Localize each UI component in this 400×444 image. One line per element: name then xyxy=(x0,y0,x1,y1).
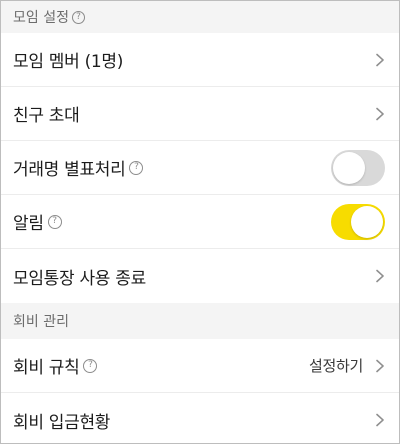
chevron-right-icon xyxy=(375,53,385,67)
row-end-group-account[interactable]: 모임통장 사용 종료 xyxy=(1,249,399,303)
help-icon[interactable]: ? xyxy=(83,358,98,373)
chevron-right-icon xyxy=(375,359,385,373)
row-label: 회비 입금현황 xyxy=(13,412,111,433)
chevron-right-icon xyxy=(375,413,385,427)
row-group-members[interactable]: 모임 멤버 (1명) xyxy=(1,33,399,87)
row-notifications: 알림 ? xyxy=(1,195,399,249)
mask-transaction-toggle[interactable] xyxy=(331,149,385,186)
row-mask-transaction-name: 거래명 별표처리 ? xyxy=(1,141,399,195)
settings-screen: 모임 설정 ? 모임 멤버 (1명) 친구 초대 거래명 별표처리 ? 알림 ?… xyxy=(0,0,400,444)
row-invite-friends[interactable]: 친구 초대 xyxy=(1,87,399,141)
chevron-right-icon xyxy=(375,269,385,283)
section-title: 모임 설정 xyxy=(13,10,69,26)
section-header-group-settings: 모임 설정 ? xyxy=(1,1,399,33)
row-label: 알림 xyxy=(13,214,44,234)
help-icon[interactable]: ? xyxy=(129,160,144,175)
row-label: 친구 초대 xyxy=(13,106,80,126)
section-header-fee-management: 회비 관리 xyxy=(1,303,399,339)
row-fee-deposit-status[interactable]: 회비 입금현황 xyxy=(1,393,399,443)
row-label: 회비 규칙 xyxy=(13,358,80,378)
help-icon[interactable]: ? xyxy=(47,214,62,229)
fee-rules-setup-link[interactable]: 설정하기 xyxy=(309,355,363,376)
row-label: 모임통장 사용 종료 xyxy=(13,268,146,289)
row-label: 모임 멤버 (1명) xyxy=(13,52,124,72)
section-title: 회비 관리 xyxy=(13,314,69,330)
row-fee-rules[interactable]: 회비 규칙 ? 설정하기 xyxy=(1,339,399,393)
row-label: 거래명 별표처리 xyxy=(13,160,126,180)
notifications-toggle[interactable] xyxy=(331,203,385,240)
help-icon[interactable]: ? xyxy=(71,10,85,24)
toggle-knob xyxy=(333,151,365,184)
toggle-knob xyxy=(351,205,383,238)
chevron-right-icon xyxy=(375,107,385,121)
